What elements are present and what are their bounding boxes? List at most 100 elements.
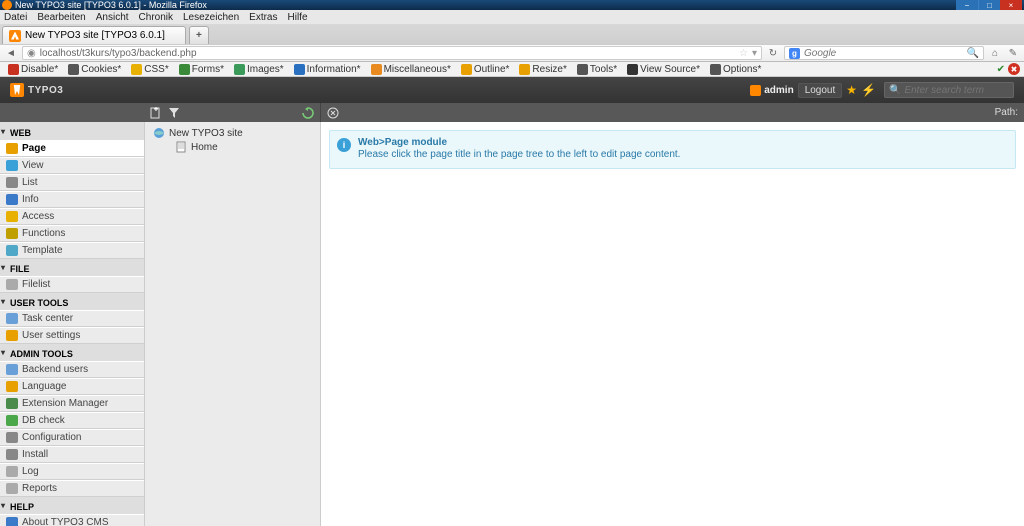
module-item-functions[interactable]: Functions: [0, 225, 144, 242]
refresh-tree-icon[interactable]: [302, 107, 314, 119]
module-item-icon: [6, 364, 18, 375]
window-close-button[interactable]: ×: [1000, 0, 1022, 10]
typo3-search-input[interactable]: [904, 85, 1009, 96]
devtools-button[interactable]: ✎: [1006, 46, 1020, 60]
module-item-log[interactable]: Log: [0, 463, 144, 480]
devtool-icon: [627, 64, 638, 75]
module-item-db-check[interactable]: DB check: [0, 412, 144, 429]
menu-bearbeiten[interactable]: Bearbeiten: [37, 12, 85, 23]
browser-search-input[interactable]: [804, 48, 963, 59]
module-item-info[interactable]: Info: [0, 191, 144, 208]
typo3-brand-text: TYPO3: [28, 85, 63, 96]
clear-cache-icon[interactable]: ⚡: [861, 83, 876, 97]
module-group-header-web[interactable]: WEB: [0, 125, 144, 140]
module-item-page[interactable]: Page: [0, 140, 144, 157]
reload-button[interactable]: ↻: [766, 46, 780, 60]
validation-ok-icon[interactable]: ✔: [997, 64, 1005, 75]
devtool-cookies[interactable]: Cookies*: [64, 64, 125, 75]
module-item-label: DB check: [22, 415, 65, 426]
new-page-icon[interactable]: [150, 107, 162, 119]
window-maximize-button[interactable]: □: [978, 0, 1000, 10]
module-item-install[interactable]: Install: [0, 446, 144, 463]
menu-extras[interactable]: Extras: [249, 12, 277, 23]
module-item-list[interactable]: List: [0, 174, 144, 191]
back-button[interactable]: ◄: [4, 46, 18, 60]
browser-nav-bar: ◄ ◉ ☆ ▾ ↻ g 🔍 ⌂ ✎: [0, 44, 1024, 62]
google-icon: g: [789, 48, 800, 59]
module-item-filelist[interactable]: Filelist: [0, 276, 144, 293]
module-item-icon: [6, 517, 18, 526]
tree-root-node[interactable]: New TYPO3 site: [147, 126, 318, 140]
module-item-view[interactable]: View: [0, 157, 144, 174]
menu-ansicht[interactable]: Ansicht: [96, 12, 129, 23]
typo3-logo-icon: [10, 83, 24, 97]
module-item-icon: [6, 211, 18, 222]
devtool-forms[interactable]: Forms*: [175, 64, 228, 75]
module-item-label: Info: [22, 194, 39, 205]
url-bar[interactable]: ◉ ☆ ▾: [22, 46, 762, 60]
menu-lesezeichen[interactable]: Lesezeichen: [183, 12, 239, 23]
devtool-miscellaneous[interactable]: Miscellaneous*: [367, 64, 455, 75]
path-label: Path:: [995, 107, 1018, 118]
filter-icon[interactable]: [168, 107, 180, 119]
module-item-configuration[interactable]: Configuration: [0, 429, 144, 446]
search-icon: 🔍: [889, 85, 901, 96]
toggle-panel-icon[interactable]: [327, 107, 339, 119]
devtool-icon: [131, 64, 142, 75]
module-item-icon: [6, 143, 18, 154]
tree-node-home[interactable]: Home: [169, 140, 318, 154]
module-group-header-user-tools[interactable]: USER TOOLS: [0, 295, 144, 310]
module-item-reports[interactable]: Reports: [0, 480, 144, 497]
devtool-css[interactable]: CSS*: [127, 64, 172, 75]
devtool-viewsource[interactable]: View Source*: [623, 64, 704, 75]
module-item-backend-users[interactable]: Backend users: [0, 361, 144, 378]
module-item-template[interactable]: Template: [0, 242, 144, 259]
module-item-access[interactable]: Access: [0, 208, 144, 225]
devtool-icon: [179, 64, 190, 75]
menu-hilfe[interactable]: Hilfe: [288, 12, 308, 23]
module-item-about-typo3-cms[interactable]: About TYPO3 CMS: [0, 514, 144, 526]
module-item-task-center[interactable]: Task center: [0, 310, 144, 327]
search-icon[interactable]: 🔍: [967, 48, 979, 59]
module-item-language[interactable]: Language: [0, 378, 144, 395]
devtool-options[interactable]: Options*: [706, 64, 765, 75]
module-group-header-help[interactable]: HELP: [0, 499, 144, 514]
module-item-label: View: [22, 160, 44, 171]
module-group-header-admin-tools[interactable]: ADMIN TOOLS: [0, 346, 144, 361]
devtool-outline[interactable]: Outline*: [457, 64, 514, 75]
module-group-header-file[interactable]: FILE: [0, 261, 144, 276]
devtool-resize[interactable]: Resize*: [515, 64, 570, 75]
module-item-label: User settings: [22, 330, 80, 341]
module-item-extension-manager[interactable]: Extension Manager: [0, 395, 144, 412]
devtool-icon: [234, 64, 245, 75]
browser-tab[interactable]: New TYPO3 site [TYPO3 6.0.1]: [2, 26, 186, 44]
module-item-user-settings[interactable]: User settings: [0, 327, 144, 344]
menu-datei[interactable]: Datei: [4, 12, 27, 23]
module-item-label: Backend users: [22, 364, 88, 375]
browser-search-bar[interactable]: g 🔍: [784, 46, 984, 60]
new-tab-button[interactable]: +: [189, 26, 209, 44]
bookmark-star-icon[interactable]: ☆: [739, 48, 748, 59]
logout-button[interactable]: Logout: [798, 83, 843, 98]
validation-error-icon[interactable]: ✖: [1008, 63, 1020, 75]
typo3-logo[interactable]: TYPO3: [10, 83, 63, 97]
bookmarks-icon[interactable]: ★: [846, 83, 857, 97]
devtool-icon: [710, 64, 721, 75]
devtool-images[interactable]: Images*: [230, 64, 288, 75]
typo3-search[interactable]: 🔍: [884, 82, 1014, 98]
devtool-label: Forms*: [192, 64, 224, 75]
module-item-icon: [6, 279, 18, 290]
menu-chronik[interactable]: Chronik: [139, 12, 173, 23]
dropdown-icon[interactable]: ▾: [752, 48, 757, 59]
devtool-label: Images*: [247, 64, 284, 75]
devtool-disable[interactable]: Disable*: [4, 64, 62, 75]
module-item-icon: [6, 177, 18, 188]
window-minimize-button[interactable]: −: [956, 0, 978, 10]
home-button[interactable]: ⌂: [988, 46, 1002, 60]
url-input[interactable]: [40, 48, 735, 59]
devtool-information[interactable]: Information*: [290, 64, 365, 75]
module-item-icon: [6, 415, 18, 426]
current-user[interactable]: admin: [750, 85, 793, 96]
module-item-label: Extension Manager: [22, 398, 108, 409]
devtool-tools[interactable]: Tools*: [573, 64, 621, 75]
